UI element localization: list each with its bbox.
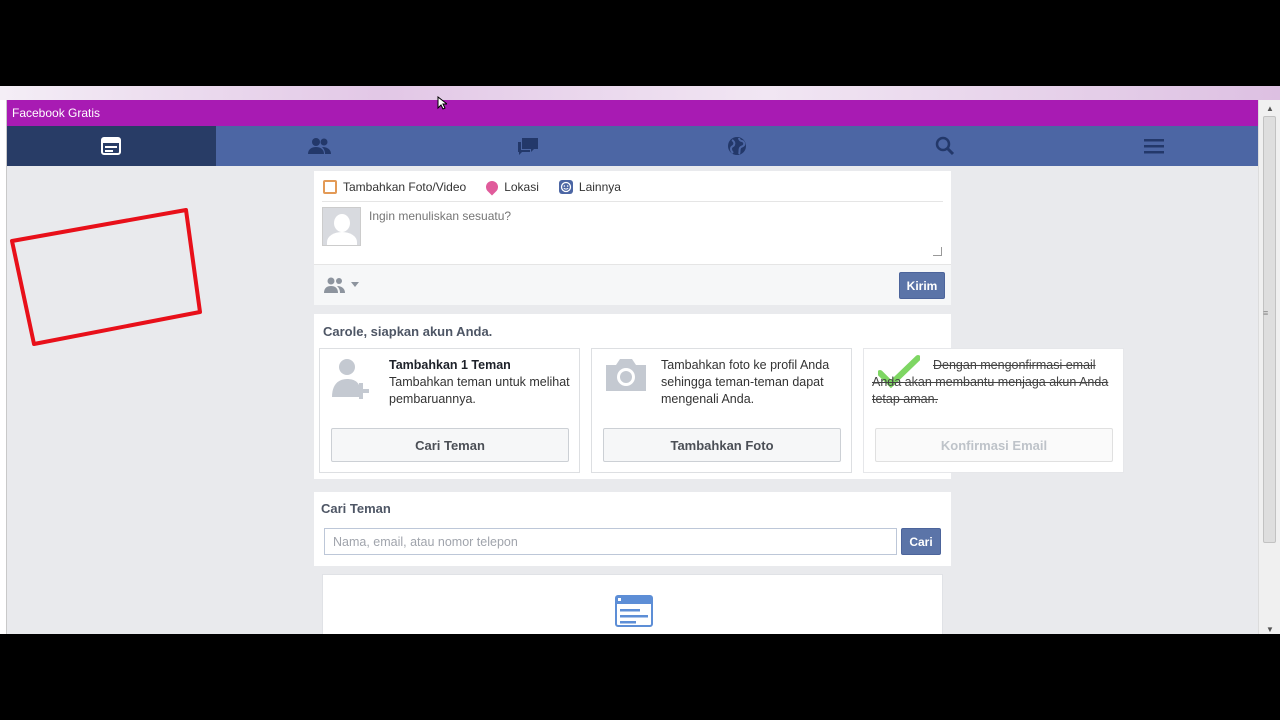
send-post-button[interactable]: Kirim [899, 272, 945, 299]
menu-icon [1143, 139, 1164, 154]
composer-divider [322, 201, 943, 202]
composer-footer: Kirim [314, 264, 951, 305]
find-friends-input[interactable] [324, 528, 897, 555]
mouse-cursor-icon [437, 96, 447, 110]
find-friends-button[interactable]: Cari Teman [331, 428, 569, 462]
confirm-email-text: Dengan mengonfirmasi email Anda akan mem… [872, 358, 1109, 406]
add-friend-icon [332, 359, 369, 399]
red-rectangle-annotation [10, 208, 202, 346]
window-top-edge [0, 86, 1280, 100]
setup-card-add-friend: Tambahkan 1 Teman Tambahkan teman untuk … [319, 348, 580, 473]
video-letterbox-bottom [0, 634, 1280, 720]
audience-friends-icon [324, 277, 345, 293]
camera-icon [606, 359, 646, 391]
window-left-edge [0, 100, 7, 634]
find-friends-panel: Cari Teman Cari [314, 492, 951, 566]
nav-tab-messages[interactable] [424, 126, 633, 166]
add-location-button[interactable]: Lokasi [483, 178, 539, 196]
globe-icon [727, 137, 746, 155]
textarea-resize-handle[interactable] [933, 247, 942, 256]
add-photo-video-button[interactable]: Tambahkan Foto/Video [323, 180, 466, 194]
location-icon [483, 178, 501, 196]
vertical-scrollbar[interactable]: ▲ ≡ ▼ [1258, 100, 1280, 634]
composer-actions: Tambahkan Foto/Video Lokasi Lainnya [323, 178, 641, 196]
nav-tab-search[interactable] [841, 126, 1050, 166]
audience-selector[interactable] [324, 277, 359, 293]
status-textarea[interactable] [369, 207, 941, 261]
scrollbar-grip-icon: ≡ [1263, 308, 1269, 318]
scroll-down-arrow-icon[interactable]: ▼ [1266, 625, 1274, 634]
smiley-icon [558, 180, 573, 194]
find-friends-title: Cari Teman [321, 501, 391, 516]
window-title: Facebook Gratis [12, 106, 101, 120]
nav-tab-friends[interactable] [216, 126, 425, 166]
add-friend-text: Tambahkan 1 Teman Tambahkan teman untuk … [389, 358, 570, 406]
nav-tab-globe[interactable] [633, 126, 842, 166]
nav-tab-menu[interactable] [1050, 126, 1259, 166]
scroll-up-arrow-icon[interactable]: ▲ [1266, 104, 1274, 113]
search-icon [936, 136, 955, 156]
account-setup-panel: Carole, siapkan akun Anda. Tambahkan 1 T… [314, 314, 1124, 479]
news-feed-icon [615, 595, 653, 627]
setup-card-confirm-email: Dengan mengonfirmasi email Anda akan mem… [863, 348, 1124, 473]
add-photo-text: Tambahkan foto ke profil Anda sehingga t… [661, 358, 830, 406]
friends-icon [307, 138, 331, 154]
window-title-bar: Facebook Gratis [7, 100, 1258, 126]
messages-icon [518, 138, 539, 155]
browser-viewport: Facebook Gratis Tambahkan Foto/Video Lok… [0, 86, 1280, 634]
setup-title: Carole, siapkan akun Anda. [323, 324, 493, 339]
profile-avatar [322, 207, 361, 246]
confirm-email-button[interactable]: Konfirmasi Email [875, 428, 1113, 462]
video-letterbox-top [0, 0, 1280, 86]
news-feed-icon [101, 137, 122, 155]
top-nav-bar [7, 126, 1258, 166]
more-options-button[interactable]: Lainnya [558, 180, 621, 194]
scrollbar-thumb[interactable] [1263, 116, 1276, 543]
feed-placeholder-card [322, 574, 943, 634]
find-friends-search-button[interactable]: Cari [901, 528, 941, 555]
setup-card-add-photo: Tambahkan foto ke profil Anda sehingga t… [591, 348, 852, 473]
caret-down-icon [351, 282, 359, 287]
photo-icon [323, 180, 337, 194]
add-photo-button[interactable]: Tambahkan Foto [603, 428, 841, 462]
nav-tab-news-feed[interactable] [7, 126, 216, 166]
post-composer: Tambahkan Foto/Video Lokasi Lainnya Kiri… [314, 171, 951, 305]
